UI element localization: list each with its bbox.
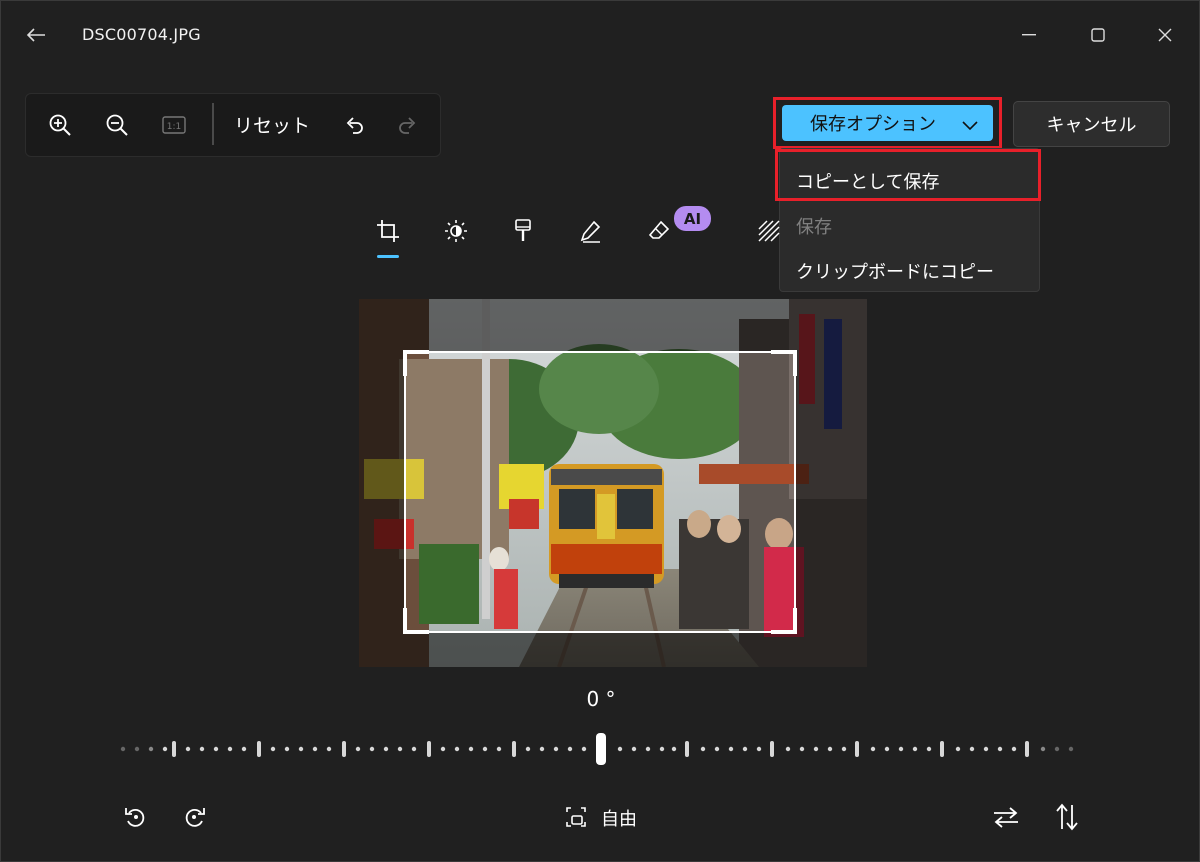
zoom-out-icon[interactable] (103, 111, 131, 139)
zoom-toolbar: 1:1 リセット (25, 93, 441, 157)
crop-handle-top-left[interactable] (403, 350, 429, 376)
crop-tab-indicator (377, 255, 399, 258)
erase-icon[interactable] (645, 217, 673, 245)
filter-brush-icon[interactable] (509, 217, 537, 245)
crop-handle-top-right[interactable] (771, 350, 797, 376)
cancel-button[interactable]: キャンセル (1013, 101, 1170, 147)
maximize-icon[interactable] (1084, 23, 1112, 47)
window-title: DSC00704.JPG (82, 25, 201, 44)
crop-handle-bottom-left[interactable] (403, 608, 429, 634)
save-options-label: 保存オプション (810, 114, 936, 135)
crop-frame[interactable] (403, 350, 797, 634)
markup-pen-icon[interactable] (577, 217, 605, 245)
menu-item-save: 保存 (796, 217, 832, 238)
back-icon[interactable] (23, 23, 49, 47)
crop-handle-bottom-right[interactable] (771, 608, 797, 634)
save-options-highlight: 保存オプション (773, 97, 1002, 149)
rotate-left-icon[interactable] (121, 802, 151, 832)
close-icon[interactable] (1151, 23, 1179, 47)
reset-button[interactable]: リセット (234, 111, 310, 138)
rotate-right-icon[interactable] (179, 802, 209, 832)
flip-vertical-icon[interactable] (1051, 800, 1083, 834)
svg-text:1:1: 1:1 (167, 122, 181, 132)
aspect-ratio-label[interactable]: 自由 (601, 805, 637, 831)
adjust-brightness-icon[interactable] (442, 217, 470, 245)
crop-icon[interactable] (374, 217, 402, 245)
zoom-in-icon[interactable] (46, 111, 74, 139)
toolbar-divider (212, 103, 214, 145)
menu-item-copy-to-clipboard[interactable]: クリップボードにコピー (796, 258, 994, 284)
flip-horizontal-icon[interactable] (990, 802, 1022, 832)
actual-size-icon[interactable]: 1:1 (159, 112, 189, 138)
straighten-slider[interactable] (116, 729, 1086, 769)
save-as-copy-highlight (775, 149, 1041, 201)
redo-icon[interactable] (394, 111, 422, 139)
rotation-angle-label: 0 ° (586, 687, 616, 711)
minimize-icon[interactable] (1015, 23, 1043, 47)
undo-icon[interactable] (340, 111, 368, 139)
aspect-ratio-icon[interactable] (561, 802, 591, 832)
photos-editor-window: DSC00704.JPG 1:1 リセット 保存オプション キャンセル コピーと… (0, 0, 1200, 862)
ai-badge: AI (674, 206, 711, 231)
save-options-button[interactable]: 保存オプション (782, 105, 993, 141)
background-blur-icon[interactable] (755, 217, 783, 245)
chevron-down-icon (962, 115, 978, 136)
